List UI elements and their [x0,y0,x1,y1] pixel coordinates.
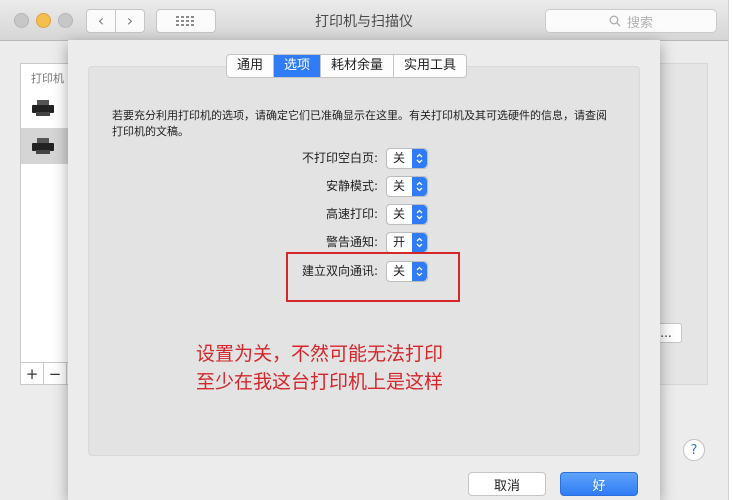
tab-bar: 通用 选项 耗材余量 实用工具 [226,54,468,78]
option-label: 不打印空白页: [301,151,378,165]
search-input[interactable]: 搜索 [545,9,717,33]
add-printer-button[interactable]: + [21,363,44,384]
popup-value: 关 [393,179,406,193]
option-row-high-speed-printing: 高速打印: 关 [68,204,660,225]
option-row-warning-notification: 警告通知: 开 [68,232,660,253]
printer-list: 打印机 [20,63,74,385]
search-icon [609,15,621,27]
updown-arrows-icon [412,233,427,252]
options-sheet: 通用 选项 耗材余量 实用工具 若要充分利用打印机的选项，请确定它们已准确显示在… [68,40,660,500]
printer-icon [32,100,54,116]
option-row-quiet-mode: 安静模式: 关 [68,176,660,197]
help-button[interactable]: ? [683,439,705,461]
printer-list-item-selected[interactable] [21,128,73,164]
title-bar: ‹ › 打印机与扫描仪 搜索 [0,0,728,41]
updown-arrows-icon [412,205,427,224]
option-label: 警告通知: [325,235,378,249]
printer-list-item[interactable] [21,90,73,126]
high-speed-printing-popup[interactable]: 关 [386,204,428,225]
tab-options[interactable]: 选项 [274,55,322,77]
tab-supply-levels[interactable]: 耗材余量 [321,55,395,77]
annotation-text: 设置为关，不然可能无法打印 至少在我这台打印机上是这样 [196,340,516,396]
cancel-button[interactable]: 取消 [468,472,546,496]
printer-list-buttons: + − [20,362,70,385]
warning-notification-popup[interactable]: 开 [386,232,428,253]
tab-general[interactable]: 通用 [227,55,275,77]
popup-value: 关 [393,151,406,165]
popup-value: 关 [393,207,406,221]
search-placeholder: 搜索 [626,15,653,31]
tab-utility[interactable]: 实用工具 [394,55,466,77]
option-row-skip-blank-pages: 不打印空白页: 关 [68,148,660,169]
remove-printer-button[interactable]: − [44,363,67,384]
ok-button[interactable]: 好 [560,472,638,496]
quiet-mode-popup[interactable]: 关 [386,176,428,197]
updown-arrows-icon [412,177,427,196]
updown-arrows-icon [412,149,427,168]
option-label: 高速打印: [325,207,378,221]
skip-blank-pages-popup[interactable]: 关 [386,148,428,169]
popup-value: 开 [393,235,406,249]
options-description: 若要充分利用打印机的选项，请确定它们已准确显示在这里。有关打印机及其可选硬件的信… [112,109,607,138]
printer-list-title: 打印机 [31,72,64,85]
annotation-line-2: 至少在我这台打印机上是这样 [196,371,444,393]
option-label: 安静模式: [325,179,378,193]
printer-icon [32,138,54,154]
annotation-line-1: 设置为关，不然可能无法打印 [196,343,444,365]
annotation-highlight-box [286,252,460,302]
